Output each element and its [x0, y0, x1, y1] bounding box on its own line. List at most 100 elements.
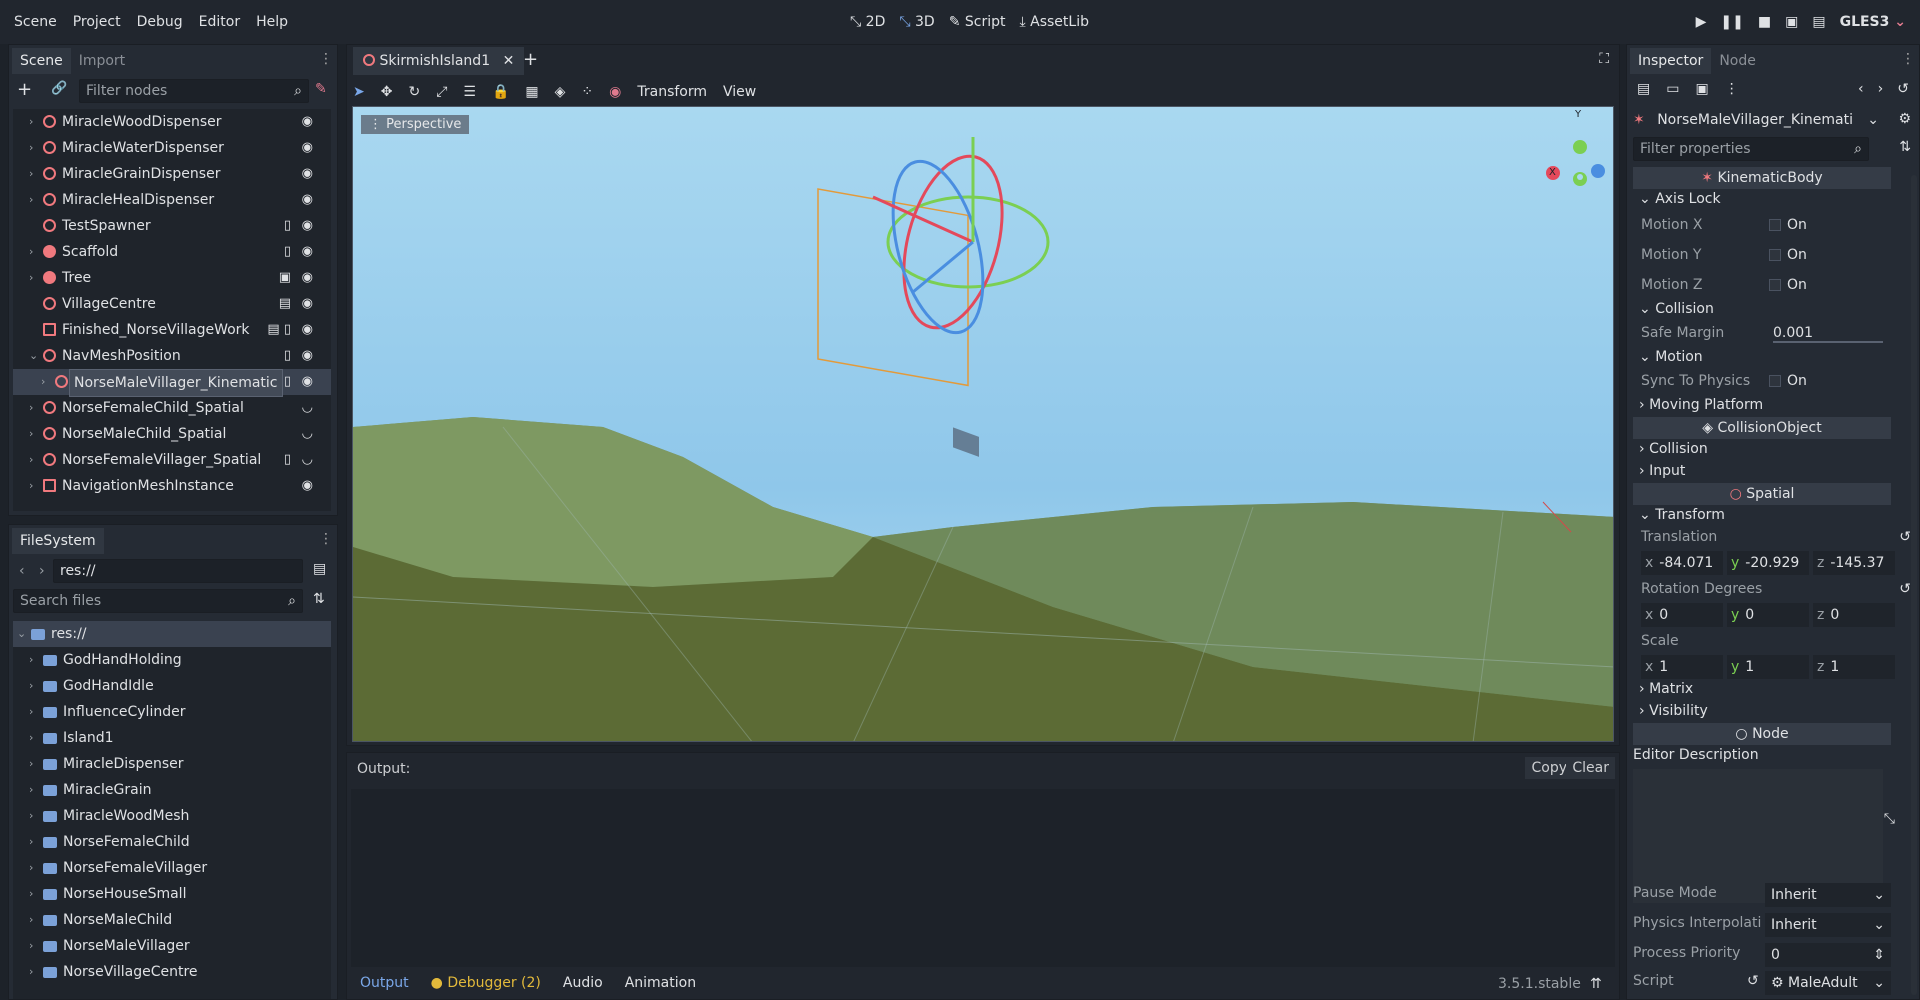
close-tab-icon[interactable]: ✕: [503, 53, 515, 69]
group-matrix[interactable]: › Matrix: [1639, 681, 1693, 697]
script-icon[interactable]: ▯: [284, 369, 291, 395]
expand-arrow-icon[interactable]: ›: [29, 421, 33, 447]
play-custom-scene-icon[interactable]: ▤: [1812, 14, 1825, 30]
expand-arrow-icon[interactable]: ›: [29, 855, 33, 881]
group-input[interactable]: › Input: [1639, 463, 1685, 479]
expand-arrow-icon[interactable]: ›: [41, 369, 45, 395]
folder-item[interactable]: › NorseFemaleChild: [13, 829, 331, 855]
tab-node[interactable]: Node: [1711, 48, 1764, 74]
add-node-icon[interactable]: +: [17, 79, 32, 100]
mode-3d-button[interactable]: ⤡ 3D: [899, 14, 934, 30]
sync-checkbox[interactable]: On: [1769, 373, 1807, 389]
expand-arrow-icon[interactable]: ›: [29, 647, 33, 673]
camera-icon[interactable]: ◉: [609, 84, 621, 100]
folder-item[interactable]: › MiracleWoodMesh: [13, 803, 331, 829]
revert-icon[interactable]: ↺: [1747, 973, 1759, 989]
filter-nodes-input[interactable]: Filter nodes ⌕: [79, 79, 309, 103]
sort-icon[interactable]: ⇅: [313, 591, 325, 607]
play-scene-icon[interactable]: ▣: [1785, 14, 1798, 30]
expand-arrow-icon[interactable]: ›: [29, 933, 33, 959]
clapper-icon[interactable]: ▤: [279, 291, 291, 317]
pause-mode-select[interactable]: Inherit ⌄: [1765, 883, 1891, 907]
rotation-x-field[interactable]: x0: [1641, 603, 1723, 627]
script-icon[interactable]: ▯: [284, 239, 291, 265]
visibility-eye-icon[interactable]: ◉: [302, 473, 313, 499]
lock-icon[interactable]: 🔒: [492, 84, 509, 100]
expand-arrow-icon[interactable]: ›: [29, 777, 33, 803]
visibility-eye-icon[interactable]: ◉: [302, 213, 313, 239]
tab-animation[interactable]: Animation: [625, 975, 696, 991]
tree-node[interactable]: › NorseMaleChild_Spatial ◡: [13, 421, 331, 447]
expand-arrow-icon[interactable]: ›: [29, 109, 33, 135]
menu-project[interactable]: Project: [65, 0, 129, 44]
script-icon[interactable]: ▯: [284, 447, 291, 473]
tree-node[interactable]: VillageCentre ▤ ◉: [13, 291, 331, 317]
motion-y-checkbox[interactable]: On: [1769, 247, 1807, 263]
tree-node[interactable]: Finished_NorseVillageWork ▤ ▯ ◉: [13, 317, 331, 343]
output-log[interactable]: [351, 789, 1615, 967]
hidden-eye-icon[interactable]: ◡: [302, 447, 313, 473]
tree-node[interactable]: › MiracleHealDispenser ◉: [13, 187, 331, 213]
history-forward-icon[interactable]: ›: [1878, 81, 1884, 97]
tree-node[interactable]: › Scaffold ▯ ◉: [13, 239, 331, 265]
property-settings-icon[interactable]: ⇅: [1899, 139, 1911, 155]
snap-icon[interactable]: ⁘: [581, 84, 593, 100]
visibility-eye-icon[interactable]: ◉: [302, 343, 313, 369]
distraction-free-icon[interactable]: ⛶: [1599, 51, 1609, 67]
scene-tab[interactable]: SkirmishIsland1 ✕: [353, 47, 525, 75]
folder-item[interactable]: › NorseMaleVillager: [13, 933, 331, 959]
visibility-eye-icon[interactable]: ◉: [302, 265, 313, 291]
expand-arrow-icon[interactable]: ›: [29, 187, 33, 213]
scale-y-field[interactable]: y1: [1727, 655, 1809, 679]
root-folder[interactable]: ⌄ res://: [13, 621, 331, 647]
tab-debugger[interactable]: ● Debugger (2): [431, 975, 541, 991]
tree-node[interactable]: › MiracleWaterDispenser ◉: [13, 135, 331, 161]
hidden-eye-icon[interactable]: ◡: [302, 421, 313, 447]
select-tool-icon[interactable]: ➤: [353, 84, 365, 100]
history-back-icon[interactable]: ‹: [1858, 81, 1864, 97]
inspector-menu-icon[interactable]: ⋮: [1901, 51, 1915, 67]
mode-script-button[interactable]: ✎ Script: [949, 14, 1006, 30]
pause-icon[interactable]: ❚❚: [1720, 14, 1743, 30]
visibility-eye-icon[interactable]: ◉: [302, 291, 313, 317]
translation-z-field[interactable]: z -145.37: [1813, 551, 1895, 575]
revert-icon[interactable]: ↺: [1899, 581, 1911, 597]
expand-arrow-icon[interactable]: ›: [29, 803, 33, 829]
menu-help[interactable]: Help: [248, 0, 296, 44]
visibility-eye-icon[interactable]: ◉: [302, 317, 313, 343]
clear-button[interactable]: Clear: [1566, 757, 1615, 779]
expand-arrow-icon[interactable]: ›: [29, 829, 33, 855]
script-attach-icon[interactable]: ✎: [315, 81, 327, 97]
local-space-icon[interactable]: ◈: [555, 84, 566, 100]
menu-scene[interactable]: Scene: [6, 0, 65, 44]
more-icon[interactable]: ⋮: [1725, 81, 1739, 97]
group-icon[interactable]: ▦: [525, 84, 538, 100]
group-transform[interactable]: ⌄ Transform: [1639, 507, 1725, 523]
tree-node[interactable]: › NorseFemaleVillager_Spatial ▯ ◡: [13, 447, 331, 473]
folder-item[interactable]: › NorseVillageCentre: [13, 959, 331, 985]
script-resource-picker[interactable]: ⚙ MaleAdult ⌄: [1765, 971, 1891, 995]
expand-arrow-icon[interactable]: ›: [29, 135, 33, 161]
stop-icon[interactable]: ■: [1758, 14, 1771, 30]
process-priority-spinbox[interactable]: 0 ⇕: [1765, 943, 1891, 967]
expand-arrow-icon[interactable]: ›: [29, 265, 33, 291]
tab-inspector[interactable]: Inspector: [1630, 48, 1712, 74]
folder-item[interactable]: › Island1: [13, 725, 331, 751]
node-selector[interactable]: ✶ NorseMaleVillager_Kinemati ⌄: [1633, 107, 1883, 133]
scene-dock-menu-icon[interactable]: ⋮: [319, 51, 333, 67]
new-scene-tab-icon[interactable]: +: [523, 49, 538, 70]
open-scene-icon[interactable]: ▣: [279, 265, 291, 291]
tab-audio[interactable]: Audio: [563, 975, 603, 991]
tab-output[interactable]: Output: [360, 975, 409, 991]
expand-arrow-icon[interactable]: ⌄: [17, 621, 26, 647]
link-icon[interactable]: 🔗: [51, 81, 67, 96]
transform-menu[interactable]: Transform: [637, 84, 707, 100]
object-properties-icon[interactable]: ⚙: [1898, 111, 1911, 127]
list-select-icon[interactable]: ☰: [463, 84, 476, 100]
tree-node[interactable]: › MiracleWoodDispenser ◉: [13, 109, 331, 135]
toggle-split-icon[interactable]: ▤: [313, 561, 326, 577]
visibility-eye-icon[interactable]: ◉: [302, 135, 313, 161]
3d-viewport[interactable]: ⋮ Perspective Y X: [352, 106, 1614, 742]
group-moving-platform[interactable]: › Moving Platform: [1639, 397, 1763, 413]
visibility-eye-icon[interactable]: ◉: [302, 161, 313, 187]
